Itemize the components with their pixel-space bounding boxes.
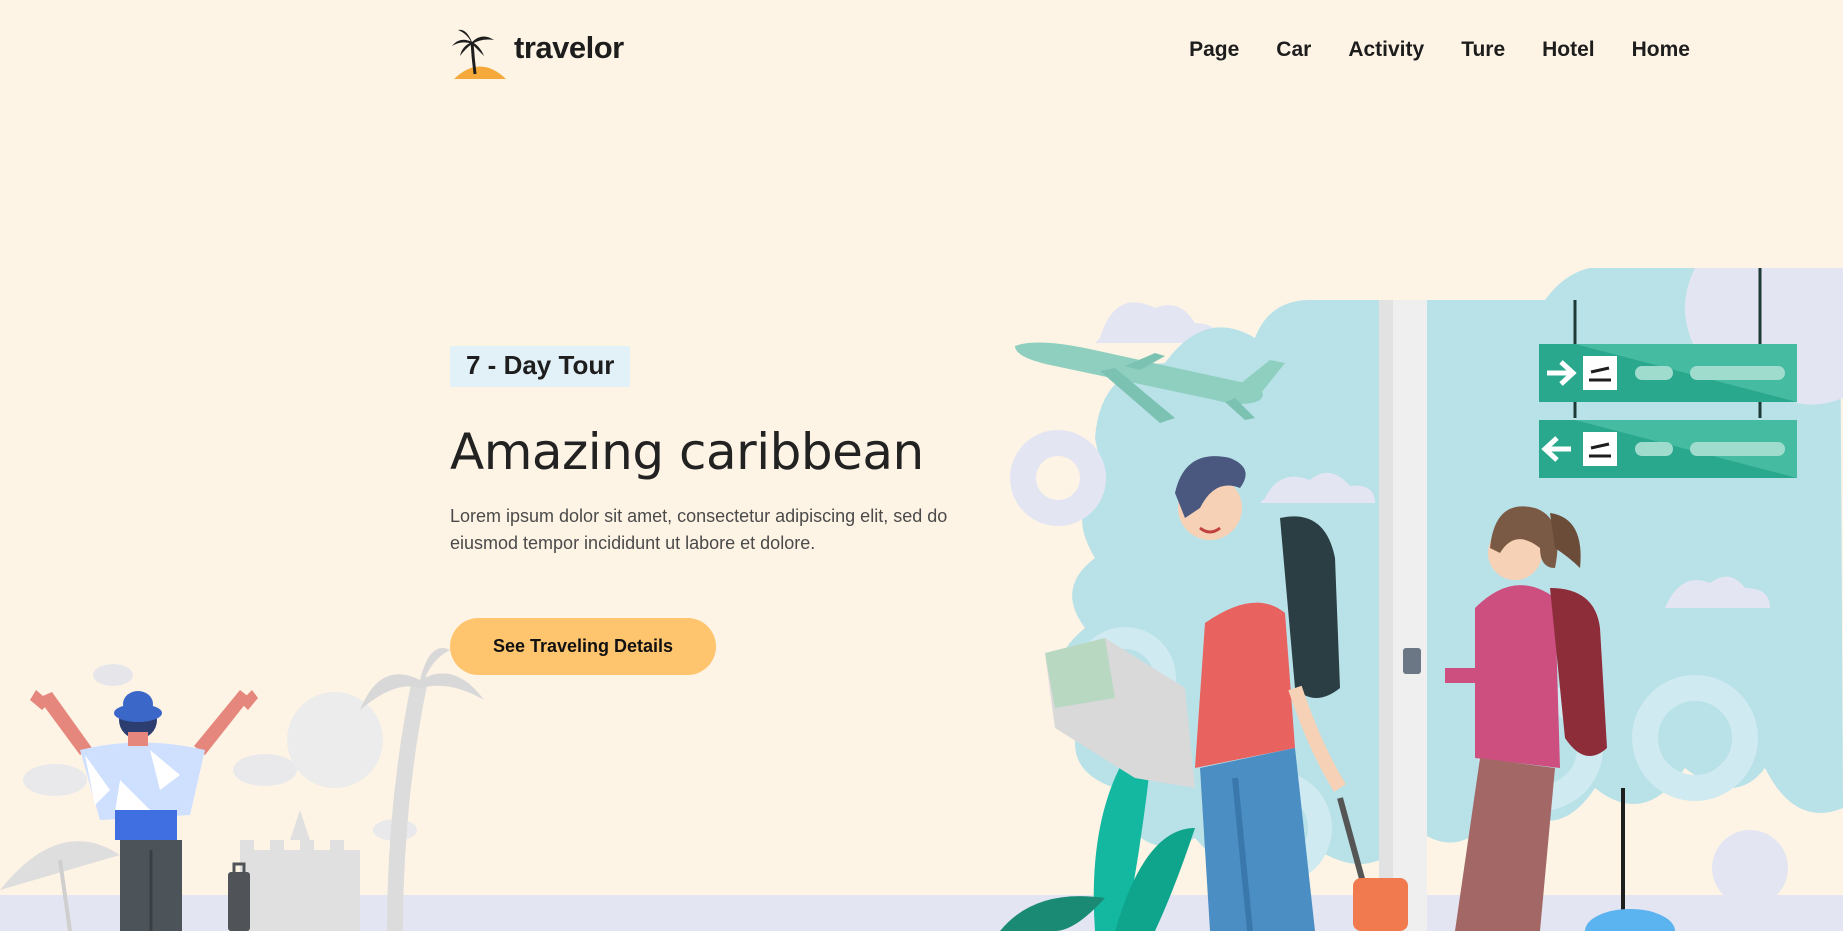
nav-link-page[interactable]: Page [1189, 38, 1239, 62]
nav-link-activity[interactable]: Activity [1348, 38, 1424, 62]
departure-sign-icon [1539, 344, 1797, 402]
palm-tree-logo-icon [452, 29, 506, 79]
logo[interactable]: travelor [450, 28, 624, 80]
main-nav: Page Car Activity Ture Hotel Home [1189, 38, 1690, 62]
beach-traveler-illustration [0, 648, 484, 931]
nav-link-hotel[interactable]: Hotel [1542, 38, 1595, 62]
arrival-sign-icon [1539, 420, 1797, 478]
travelers-airport-illustration [1000, 268, 1843, 931]
site-header: travelor Page Car Activity Ture Hotel Ho… [450, 28, 1690, 84]
hero-section: 7 - Day Tour Amazing caribbean Lorem ips… [450, 346, 1010, 675]
nav-link-ture[interactable]: Ture [1461, 38, 1505, 62]
hero-description: Lorem ipsum dolor sit amet, consectetur … [450, 506, 948, 553]
logo-text: travelor [514, 30, 624, 65]
hero-title: Amazing caribbean [450, 423, 924, 481]
tour-duration-badge: 7 - Day Tour [450, 346, 631, 387]
nav-link-home[interactable]: Home [1632, 38, 1690, 62]
nav-link-car[interactable]: Car [1276, 38, 1311, 62]
